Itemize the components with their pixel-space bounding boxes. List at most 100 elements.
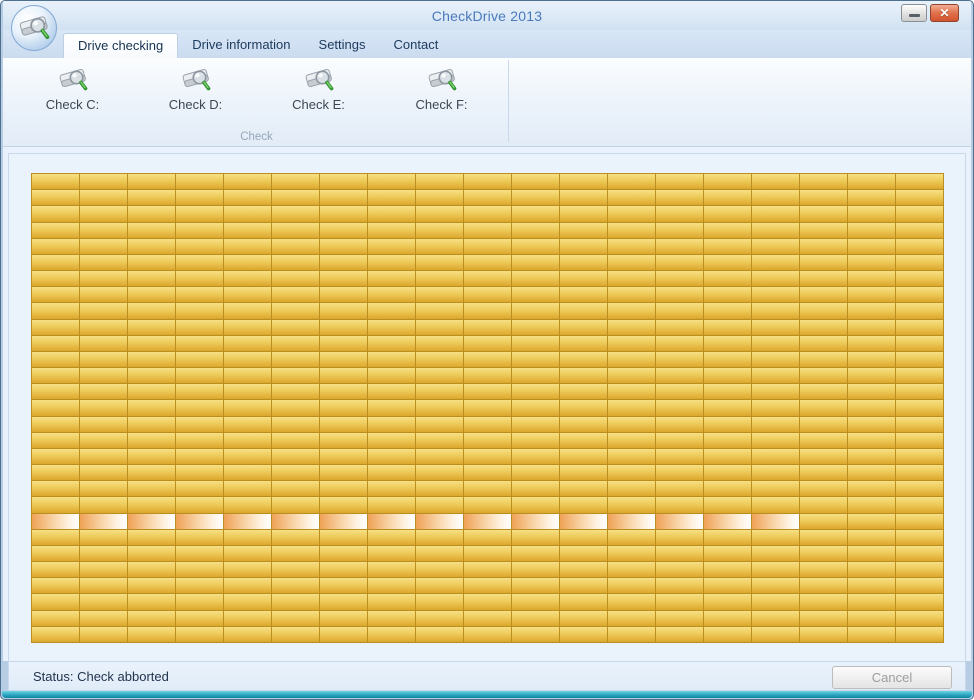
sector-block xyxy=(608,433,655,448)
sector-block xyxy=(368,190,415,205)
sector-block xyxy=(80,303,127,318)
sector-block xyxy=(416,287,463,302)
app-icon[interactable] xyxy=(11,5,57,51)
sector-block xyxy=(128,417,175,432)
sector-block xyxy=(416,578,463,593)
check-d-button[interactable]: Check D: xyxy=(134,62,257,124)
sector-block xyxy=(848,611,895,626)
sector-block xyxy=(704,562,751,577)
sector-block xyxy=(896,174,943,189)
sector-block xyxy=(32,255,79,270)
status-bar: Status: Check abborted Cancel xyxy=(8,661,966,691)
sector-block xyxy=(608,594,655,609)
sector-block xyxy=(32,239,79,254)
sector-block xyxy=(704,190,751,205)
window-client: CheckDrive 2013 ✕ Drive checking Drive i… xyxy=(3,1,971,691)
sector-block xyxy=(80,497,127,512)
sector-block xyxy=(512,287,559,302)
sector-block xyxy=(752,239,799,254)
sector-block-checking xyxy=(80,514,127,529)
sector-block xyxy=(752,465,799,480)
sector-block xyxy=(512,546,559,561)
sector-block xyxy=(608,352,655,367)
sector-block xyxy=(656,303,703,318)
close-icon: ✕ xyxy=(939,6,949,20)
sector-block xyxy=(176,239,223,254)
sector-block xyxy=(704,303,751,318)
sector-block xyxy=(848,546,895,561)
sector-block xyxy=(128,433,175,448)
sector-block xyxy=(320,594,367,609)
sector-block xyxy=(656,271,703,286)
sector-block xyxy=(752,546,799,561)
sector-block xyxy=(128,449,175,464)
sector-block xyxy=(896,627,943,642)
minimize-button[interactable] xyxy=(901,4,927,22)
drive-search-icon xyxy=(18,13,50,43)
sector-block xyxy=(560,578,607,593)
sector-block xyxy=(752,320,799,335)
sector-block xyxy=(80,352,127,367)
sector-block xyxy=(704,287,751,302)
sector-block xyxy=(608,578,655,593)
sector-block xyxy=(416,433,463,448)
sector-block xyxy=(368,465,415,480)
sector-block xyxy=(800,190,847,205)
sector-block xyxy=(752,562,799,577)
sector-block xyxy=(272,449,319,464)
sector-block xyxy=(32,303,79,318)
sector-block xyxy=(704,400,751,415)
sector-block xyxy=(176,530,223,545)
sector-block xyxy=(464,627,511,642)
sector-block xyxy=(224,255,271,270)
close-button[interactable]: ✕ xyxy=(930,4,959,22)
sector-block xyxy=(176,303,223,318)
check-f-button[interactable]: Check F: xyxy=(380,62,503,124)
sector-block xyxy=(752,449,799,464)
tab-settings[interactable]: Settings xyxy=(305,33,380,58)
sector-block xyxy=(320,497,367,512)
sector-block xyxy=(224,287,271,302)
sector-block xyxy=(176,190,223,205)
sector-block xyxy=(80,384,127,399)
sector-block xyxy=(272,271,319,286)
sector-block xyxy=(608,562,655,577)
sector-block xyxy=(656,255,703,270)
sector-block xyxy=(752,303,799,318)
sector-block xyxy=(800,546,847,561)
sector-block xyxy=(224,174,271,189)
sector-block xyxy=(656,530,703,545)
cancel-button[interactable]: Cancel xyxy=(832,666,952,689)
sector-block xyxy=(464,255,511,270)
sector-block xyxy=(416,239,463,254)
tab-drive-checking[interactable]: Drive checking xyxy=(63,33,178,58)
ribbon-group-label: Check xyxy=(3,131,510,143)
sector-block xyxy=(512,497,559,512)
sector-block xyxy=(32,578,79,593)
sector-block xyxy=(80,465,127,480)
sector-block xyxy=(896,255,943,270)
sector-block xyxy=(848,594,895,609)
sector-block xyxy=(800,627,847,642)
sector-block xyxy=(848,530,895,545)
sector-block xyxy=(896,368,943,383)
sector-block xyxy=(848,481,895,496)
drive-search-icon xyxy=(181,66,211,94)
sector-block xyxy=(32,400,79,415)
sector-block xyxy=(608,497,655,512)
tab-drive-information[interactable]: Drive information xyxy=(178,33,304,58)
sector-block xyxy=(128,239,175,254)
sector-block xyxy=(512,562,559,577)
sector-block xyxy=(128,255,175,270)
sector-block xyxy=(128,546,175,561)
sector-block xyxy=(272,594,319,609)
sector-block xyxy=(848,190,895,205)
sector-block xyxy=(224,546,271,561)
check-e-button[interactable]: Check E: xyxy=(257,62,380,124)
check-c-button[interactable]: Check C: xyxy=(11,62,134,124)
sector-block xyxy=(80,174,127,189)
sector-block xyxy=(512,368,559,383)
sector-block-checking xyxy=(560,514,607,529)
drive-search-icon xyxy=(427,66,457,94)
tab-contact[interactable]: Contact xyxy=(380,33,453,58)
